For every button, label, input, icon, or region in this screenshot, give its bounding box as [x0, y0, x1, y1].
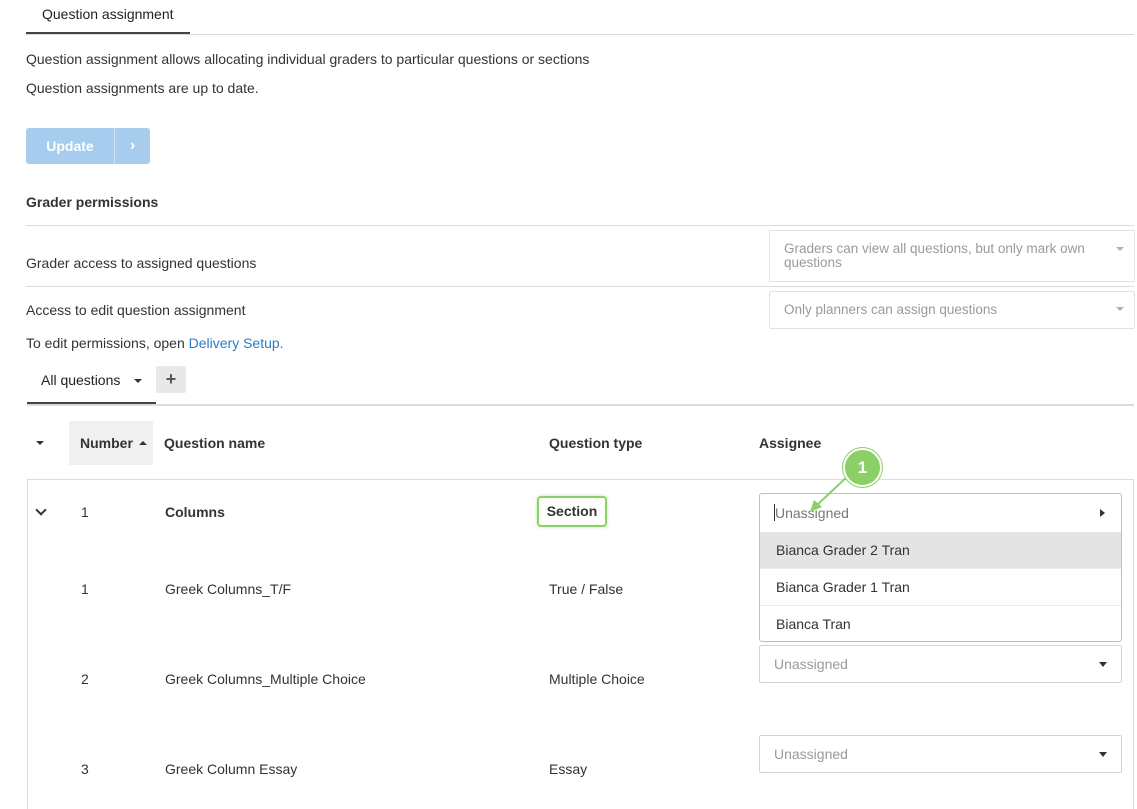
- caret-down-icon[interactable]: [134, 379, 142, 383]
- update-button-label: Update: [46, 138, 94, 154]
- assignee-header[interactable]: Assignee: [759, 435, 821, 451]
- tab-all-questions-label: All questions: [41, 372, 121, 388]
- number-header-label: Number: [80, 435, 133, 451]
- question-type-header[interactable]: Question type: [549, 435, 642, 451]
- assignee-select[interactable]: Unassigned: [759, 645, 1122, 683]
- question-name-header[interactable]: Question name: [164, 435, 265, 451]
- table-row-number: 3: [81, 761, 89, 777]
- table-row-number: 1: [81, 581, 89, 597]
- tab-all-questions[interactable]: All questions: [27, 362, 156, 404]
- tab-question-assignment[interactable]: Question assignment: [26, 0, 190, 34]
- assignee-option[interactable]: Bianca Grader 2 Tran: [760, 532, 1121, 569]
- table-row-name: Greek Columns_Multiple Choice: [165, 671, 366, 687]
- chevron-down-icon: [1116, 307, 1124, 311]
- grader-access-value: Graders can view all questions, but only…: [784, 241, 1085, 270]
- table-row-type: Essay: [549, 761, 588, 777]
- table-row-name: Greek Columns_T/F: [165, 581, 292, 597]
- assignment-status: Question assignments are up to date.: [26, 80, 259, 96]
- grader-access-label: Grader access to assigned questions: [26, 255, 257, 271]
- grader-permissions-heading: Grader permissions: [26, 194, 159, 210]
- grader-access-select[interactable]: Graders can view all questions, but only…: [769, 230, 1135, 282]
- number-column-header[interactable]: Number: [69, 421, 153, 465]
- callout-badge: 1: [843, 448, 882, 487]
- sort-ascending-icon: [139, 441, 147, 445]
- caret-right-icon: [1100, 509, 1105, 517]
- add-tab-button[interactable]: +: [156, 366, 186, 393]
- divider: [26, 225, 1134, 226]
- edit-access-label: Access to edit question assignment: [26, 302, 246, 318]
- table-row-name: Columns: [165, 504, 225, 520]
- top-tab-bar: Question assignment: [26, 0, 1134, 35]
- table-row-number: 2: [81, 671, 89, 687]
- assignee-option[interactable]: Bianca Tran: [760, 606, 1121, 641]
- assignee-select[interactable]: Unassigned: [759, 735, 1122, 773]
- table-row-number: 1: [81, 504, 89, 520]
- chevron-down-icon: [1116, 247, 1124, 251]
- chevron-down-icon: [1099, 752, 1107, 757]
- assignee-option[interactable]: Bianca Grader 1 Tran: [760, 569, 1121, 606]
- assignee-value: Unassigned: [774, 746, 848, 762]
- chevron-down-icon: [1099, 662, 1107, 667]
- permissions-note-text: To edit permissions, open: [26, 335, 189, 351]
- edit-access-value: Only planners can assign questions: [784, 302, 998, 317]
- divider: [26, 286, 1134, 287]
- delivery-setup-link[interactable]: Delivery Setup.: [189, 335, 284, 351]
- update-button[interactable]: Update ›: [26, 128, 150, 164]
- collapse-all-caret-icon[interactable]: [36, 441, 44, 445]
- assignee-value: Unassigned: [774, 656, 848, 672]
- edit-access-select[interactable]: Only planners can assign questions: [769, 291, 1135, 329]
- tabs-underline: [27, 404, 1134, 406]
- assignment-description: Question assignment allows allocating in…: [26, 51, 590, 67]
- table-row-name: Greek Column Essay: [165, 761, 298, 777]
- chevron-right-icon: ›: [129, 137, 136, 154]
- table-row-type: Multiple Choice: [549, 671, 645, 687]
- section-type-badge: Section: [537, 496, 607, 527]
- permissions-note: To edit permissions, open Delivery Setup…: [26, 335, 284, 351]
- table-row-type: True / False: [549, 581, 624, 597]
